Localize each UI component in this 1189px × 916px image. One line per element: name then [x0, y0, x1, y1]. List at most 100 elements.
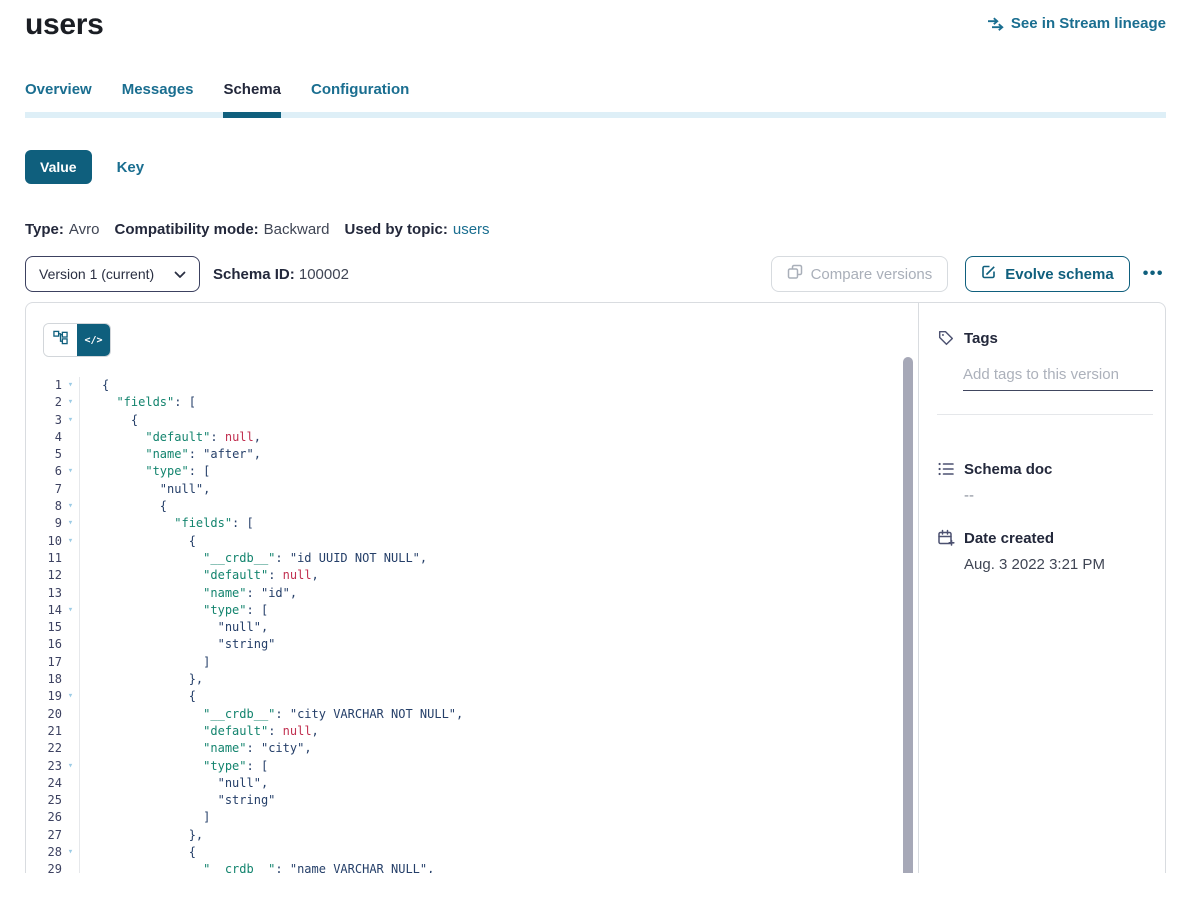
fold-toggle-icon[interactable]: ▾	[62, 463, 79, 480]
line-number: 24	[26, 775, 62, 792]
code-line: 14▾ "type": [	[26, 602, 918, 619]
line-number: 6	[26, 463, 62, 480]
fold-toggle-icon[interactable]: ▾	[62, 844, 79, 861]
fold-toggle-icon[interactable]: ▾	[62, 758, 79, 775]
line-number: 26	[26, 809, 62, 826]
line-number: 11	[26, 550, 62, 567]
compare-versions-button[interactable]: Compare versions	[771, 256, 949, 292]
code-text: {	[79, 412, 918, 429]
code-text: ]	[79, 654, 918, 671]
fold-toggle-icon[interactable]: ▾	[62, 515, 79, 532]
code-line: 6▾ "type": [	[26, 463, 918, 480]
fold-toggle-icon[interactable]: ▾	[62, 498, 79, 515]
code-text: "name": "id",	[79, 585, 918, 602]
code-line: 5 "name": "after",	[26, 446, 918, 463]
compatibility-label: Compatibility mode:	[114, 221, 258, 238]
code-line: 26 ]	[26, 809, 918, 826]
tab-schema[interactable]: Schema	[223, 81, 281, 98]
schema-id-value: 100002	[299, 266, 349, 283]
version-select[interactable]: Version 1 (current)	[25, 256, 200, 292]
fold-toggle-icon[interactable]: ▾	[62, 377, 79, 394]
code-scrollbar[interactable]	[903, 357, 913, 873]
code-text: "default": null,	[79, 723, 918, 740]
tab-messages[interactable]: Messages	[122, 81, 194, 98]
fold-toggle-icon[interactable]: ▾	[62, 533, 79, 550]
line-number: 13	[26, 585, 62, 602]
fold-spacer	[62, 567, 79, 584]
code-text: {	[79, 377, 918, 394]
code-text: "type": [	[79, 602, 918, 619]
date-created-section: Date created Aug. 3 2022 3:21 PM	[937, 529, 1153, 573]
stream-lineage-icon	[987, 17, 1004, 31]
evolve-schema-button[interactable]: Evolve schema	[965, 256, 1129, 292]
line-number: 14	[26, 602, 62, 619]
code-line: 25 "string"	[26, 792, 918, 809]
line-number: 21	[26, 723, 62, 740]
tree-view-icon	[53, 330, 68, 350]
code-text: "default": null,	[79, 429, 918, 446]
code-line: 12 "default": null,	[26, 567, 918, 584]
add-tags-input[interactable]	[963, 366, 1153, 391]
fold-spacer	[62, 706, 79, 723]
fold-spacer	[62, 550, 79, 567]
code-line: 29 "__crdb__": "name VARCHAR NULL",	[26, 861, 918, 873]
scrollbar-thumb[interactable]	[903, 357, 913, 873]
line-number: 5	[26, 446, 62, 463]
date-created-title: Date created	[964, 530, 1054, 547]
code-text: "fields": [	[79, 394, 918, 411]
line-number: 1	[26, 377, 62, 394]
schema-id: Schema ID: 100002	[213, 266, 349, 283]
code-line: 8▾ {	[26, 498, 918, 515]
line-number: 25	[26, 792, 62, 809]
line-number: 8	[26, 498, 62, 515]
fold-toggle-icon[interactable]: ▾	[62, 394, 79, 411]
fold-spacer	[62, 446, 79, 463]
line-number: 4	[26, 429, 62, 446]
tree-view-button[interactable]	[44, 324, 77, 356]
more-actions-button[interactable]: •••	[1141, 261, 1166, 287]
line-number: 12	[26, 567, 62, 584]
fold-toggle-icon[interactable]: ▾	[62, 688, 79, 705]
code-text: "name": "city",	[79, 740, 918, 757]
schema-doc-title: Schema doc	[964, 461, 1052, 478]
code-text: {	[79, 688, 918, 705]
value-toggle-button[interactable]: Value	[25, 150, 92, 184]
fold-spacer	[62, 740, 79, 757]
fold-spacer	[62, 809, 79, 826]
code-line: 18 },	[26, 671, 918, 688]
version-toolbar: Version 1 (current) Schema ID: 100002 Co…	[25, 256, 1166, 292]
fold-toggle-icon[interactable]: ▾	[62, 602, 79, 619]
schema-doc-section: Schema doc --	[937, 460, 1153, 504]
code-text: "__crdb__": "id UUID NOT NULL",	[79, 550, 918, 567]
stream-lineage-link[interactable]: See in Stream lineage	[987, 15, 1166, 32]
line-number: 2	[26, 394, 62, 411]
schema-page: users See in Stream lineage Overview Mes…	[0, 0, 1189, 916]
fold-spacer	[62, 792, 79, 809]
code-text: "type": [	[79, 463, 918, 480]
line-number: 20	[26, 706, 62, 723]
key-toggle-button[interactable]: Key	[117, 159, 145, 176]
code-line: 28▾ {	[26, 844, 918, 861]
code-text: "null",	[79, 619, 918, 636]
code-lines: 1▾{2▾ "fields": [3▾ {4 "default": null,5…	[26, 377, 918, 873]
version-select-value: Version 1 (current)	[39, 266, 154, 282]
chevron-down-icon	[174, 266, 186, 282]
code-text: "string"	[79, 636, 918, 653]
topic-link[interactable]: users	[453, 221, 490, 238]
line-number: 9	[26, 515, 62, 532]
line-number: 16	[26, 636, 62, 653]
line-number: 10	[26, 533, 62, 550]
tag-icon	[937, 329, 955, 347]
fold-toggle-icon[interactable]: ▾	[62, 412, 79, 429]
code-text: {	[79, 498, 918, 515]
page-title: users	[25, 8, 104, 41]
fold-spacer	[62, 636, 79, 653]
tab-overview[interactable]: Overview	[25, 81, 92, 98]
tags-header: Tags	[937, 329, 1153, 347]
active-tab-indicator	[223, 112, 281, 118]
tab-configuration[interactable]: Configuration	[311, 81, 409, 98]
fold-spacer	[62, 723, 79, 740]
code-viewer: </> 1▾{2▾ "fields": [3▾ {4 "default": nu…	[26, 303, 918, 873]
code-view-button[interactable]: </>	[77, 324, 110, 356]
sidebar-divider	[937, 414, 1153, 415]
